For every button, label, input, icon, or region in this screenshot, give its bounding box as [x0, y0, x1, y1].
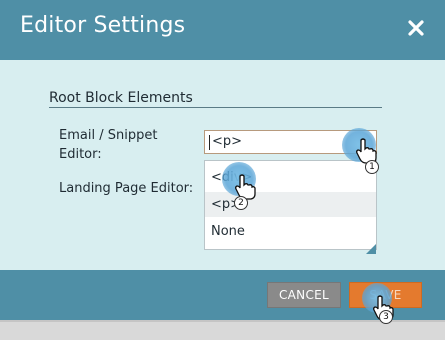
dropdown-option-none[interactable]: None [205, 219, 376, 244]
resize-handle-icon[interactable] [366, 239, 376, 254]
step-number: 3 [379, 310, 393, 324]
section-divider [49, 107, 382, 108]
email-snippet-editor-label: Email / Snippet Editor: [59, 128, 158, 162]
step-number: 2 [234, 196, 248, 210]
dialog-title: Editor Settings [20, 13, 186, 38]
cancel-button[interactable]: CANCEL [267, 282, 341, 308]
editor-settings-dialog: Editor Settings Root Block Elements Emai… [0, 0, 445, 340]
dropdown-option-p[interactable]: <p> [205, 192, 376, 217]
close-icon[interactable] [405, 17, 427, 39]
select-value: <p> [212, 134, 243, 149]
text-caret [209, 135, 210, 150]
landing-page-editor-label: Landing Page Editor: [59, 181, 194, 196]
background-strip [0, 320, 445, 340]
dialog-header: Editor Settings [0, 0, 445, 60]
step-number: 1 [365, 160, 379, 174]
section-title: Root Block Elements [49, 90, 193, 106]
